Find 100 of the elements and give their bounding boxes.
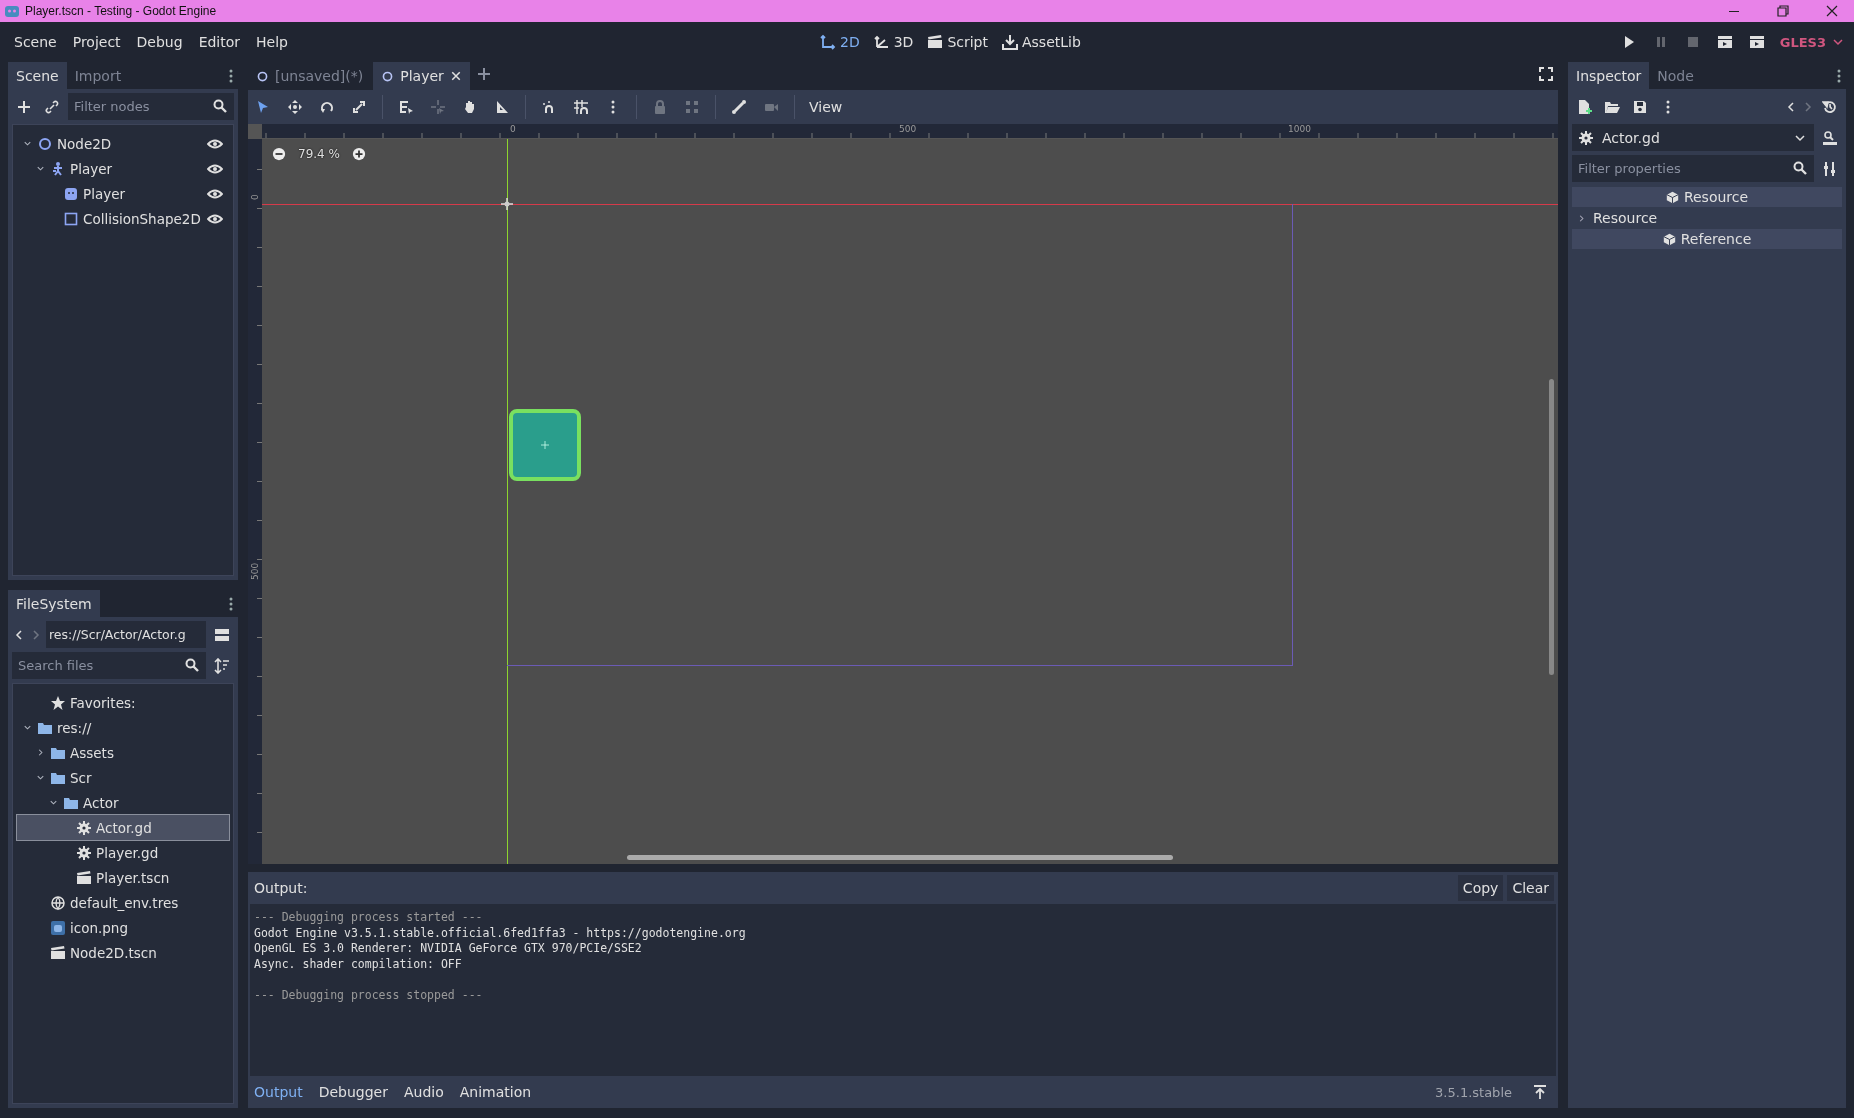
bottom-panel-tab[interactable]: Audio: [403, 1084, 444, 1100]
download-icon: [1002, 34, 1018, 50]
category-label: Resource: [1683, 189, 1749, 205]
play-custom-button[interactable]: [1747, 34, 1766, 50]
resource-dropdown[interactable]: Actor.gd: [1572, 124, 1814, 151]
tree-item[interactable]: default_env.tres: [17, 890, 229, 915]
circle-icon: [256, 69, 269, 83]
search-icon: [212, 98, 228, 114]
tree-item[interactable]: Actor.gd: [17, 815, 229, 840]
save-icon: [1632, 98, 1648, 115]
window-title: Player.tscn - Testing - Godot Engine: [25, 4, 217, 18]
menu-item[interactable]: Project: [66, 30, 127, 54]
clapperboard-icon: [1716, 34, 1733, 50]
tree-item[interactable]: res://: [17, 715, 229, 740]
document-tab[interactable]: [unsaved](*): [248, 62, 372, 90]
category-label: Reference: [1680, 231, 1752, 247]
tools-icon: [1822, 160, 1838, 177]
workspace-tab[interactable]: Script: [927, 34, 988, 50]
filter-field[interactable]: Filter nodes: [68, 93, 234, 120]
dock-tab[interactable]: Import: [66, 62, 130, 89]
workspace-tab[interactable]: 2D: [820, 34, 860, 50]
clapperboard-icon: [76, 869, 92, 886]
zoom-out-icon: [272, 147, 286, 161]
filter-field[interactable]: Filter properties: [1572, 155, 1814, 182]
dock-tab[interactable]: Node: [1649, 62, 1702, 89]
dock-tab[interactable]: FileSystem: [8, 590, 100, 617]
bone-icon: [731, 99, 747, 115]
rotate-icon: [319, 99, 335, 115]
move-tool-button[interactable]: [286, 99, 304, 115]
zoom-level[interactable]: 79.4 %: [298, 147, 340, 161]
bottom-panel-tab[interactable]: Output: [254, 1084, 303, 1100]
zoom-in-icon: [351, 147, 366, 161]
clapperboard-icon: [1748, 34, 1765, 50]
close-icon: [1824, 3, 1840, 19]
image-icon: [50, 919, 66, 936]
tree-item[interactable]: CollisionShape2D: [17, 206, 229, 231]
tree-item[interactable]: Player.tscn: [17, 865, 229, 890]
minimize-icon: [1729, 10, 1739, 12]
search-field[interactable]: Search files: [12, 652, 206, 679]
menu-item[interactable]: Scene: [8, 30, 63, 54]
tree-item[interactable]: Player.gd: [17, 840, 229, 865]
pivot-icon: [430, 99, 446, 115]
tree-item[interactable]: icon.png: [17, 915, 229, 940]
bone-tool-button[interactable]: [730, 99, 748, 115]
gear-icon: [76, 819, 92, 836]
bottom-panel-tab[interactable]: Debugger: [318, 1084, 388, 1100]
tree-item[interactable]: Player: [17, 156, 229, 181]
tree-item[interactable]: Scr: [17, 765, 229, 790]
tree-item[interactable]: Node2D.tscn: [17, 940, 229, 965]
gridsnap-tool-button[interactable]: [572, 99, 590, 115]
cube-icon: [1665, 190, 1679, 204]
panel-title: Output:: [254, 880, 308, 896]
output-action-button[interactable]: Clear: [1507, 875, 1554, 901]
favorites-item[interactable]: Favorites:: [17, 690, 229, 715]
log-line: Godot Engine v3.5.1.stable.official.6fed1ffa3 - https://godotengine.org: [254, 925, 747, 941]
zoom-in-button[interactable]: [351, 147, 366, 161]
list-tool-button[interactable]: [397, 99, 415, 115]
axes-icon: [873, 34, 890, 50]
history-icon: [1822, 98, 1838, 115]
dock-tab[interactable]: Scene: [8, 62, 67, 89]
rotate-tool-button[interactable]: [318, 99, 336, 115]
tree-item[interactable]: Node2D: [17, 131, 229, 156]
dock-tab[interactable]: Inspector: [1568, 62, 1650, 89]
tree-item[interactable]: Actor: [17, 790, 229, 815]
star-icon: [50, 694, 66, 711]
log-line: --- Debugging process stopped ---: [254, 987, 484, 1003]
version-label: 3.5.1.stable: [1435, 1084, 1512, 1100]
scrollbar[interactable]: [1549, 379, 1554, 675]
workspace-tab[interactable]: 3D: [873, 34, 914, 50]
log-line: Async. shader compilation: OFF: [254, 956, 463, 972]
play-scene-button[interactable]: [1715, 34, 1734, 50]
zoom-out-button[interactable]: [272, 147, 286, 161]
property-group[interactable]: Resource: [1572, 208, 1842, 228]
sort-icon: [214, 657, 230, 674]
list-icon: [398, 99, 414, 115]
move-icon: [287, 99, 303, 115]
tree-item[interactable]: Assets: [17, 740, 229, 765]
origin-icon: [501, 198, 513, 210]
bottom-panel-tab[interactable]: Animation: [459, 1084, 532, 1100]
circle-icon: [37, 135, 53, 152]
square-icon: [63, 210, 79, 227]
menu-item[interactable]: Debug: [130, 30, 189, 54]
gridsnap-icon: [573, 99, 589, 115]
circle-icon: [381, 69, 395, 83]
tree-item[interactable]: Player: [17, 181, 229, 206]
menu-item[interactable]: Help: [250, 30, 294, 54]
renderer-dropdown[interactable]: GLES3: [1779, 34, 1846, 50]
face-icon: [63, 185, 79, 202]
workspace-tab[interactable]: AssetLib: [1002, 34, 1081, 50]
crosshair-icon: [541, 441, 549, 449]
scrollbar[interactable]: [627, 855, 1173, 860]
output-action-button[interactable]: Copy: [1457, 875, 1504, 901]
menu-item[interactable]: Editor: [192, 30, 247, 54]
path-field[interactable]: res://Scr/Actor/Actor.g: [46, 621, 206, 648]
scale-icon: [351, 99, 367, 115]
scale-tool-button[interactable]: [350, 99, 368, 115]
log-line: OpenGL ES 3.0 Renderer: NVIDIA GeForce GTX 970/PCIe/SSE2: [254, 941, 643, 957]
search-icon: [1792, 160, 1808, 176]
document-tab[interactable]: Player: [373, 62, 470, 90]
view-menu[interactable]: View: [809, 99, 843, 115]
